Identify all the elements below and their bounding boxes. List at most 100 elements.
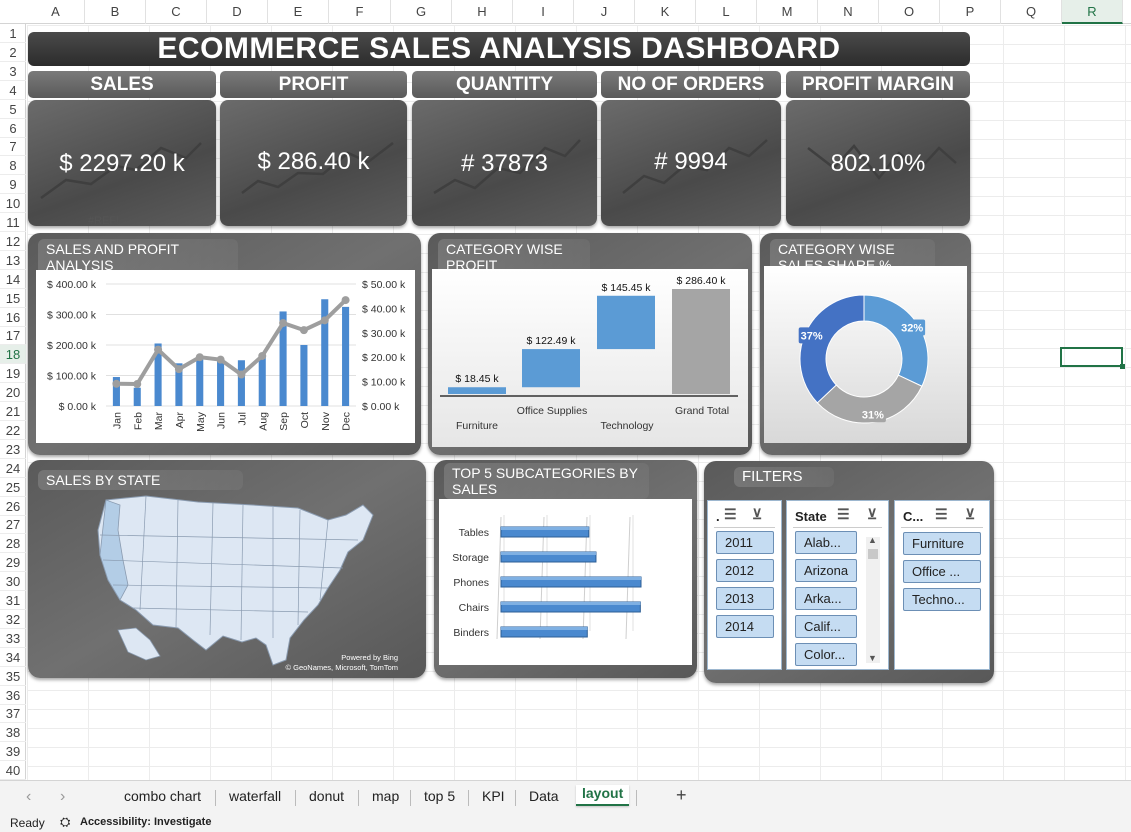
row-header-8[interactable]: 8	[0, 156, 26, 176]
row-header-2[interactable]: 2	[0, 43, 26, 62]
row-header-16[interactable]: 16	[0, 308, 26, 327]
column-header-l[interactable]: L	[696, 0, 757, 24]
tab-layout[interactable]: layout	[576, 785, 630, 806]
active-cell-selection[interactable]	[1060, 347, 1125, 369]
column-header-k[interactable]: K	[635, 0, 696, 24]
column-header-n[interactable]: N	[818, 0, 879, 24]
row-header-40[interactable]: 40	[0, 761, 26, 781]
add-sheet-icon[interactable]: +	[676, 785, 687, 806]
row-header-20[interactable]: 20	[0, 383, 26, 403]
row-header-22[interactable]: 22	[0, 421, 26, 440]
row-header-1[interactable]: 1	[0, 24, 26, 43]
clear-filter-icon[interactable]: ⊻	[752, 506, 762, 523]
scroll-thumb[interactable]	[868, 549, 878, 559]
slicer-item-state[interactable]: Arizona	[795, 559, 857, 582]
accessibility-icon[interactable]: ⛭	[60, 814, 70, 830]
row-header-4[interactable]: 4	[0, 81, 26, 100]
column-header-e[interactable]: E	[268, 0, 329, 24]
row-header-6[interactable]: 6	[0, 119, 26, 138]
row-header-36[interactable]: 36	[0, 686, 26, 705]
row-header-25[interactable]: 25	[0, 478, 26, 497]
slicer-item-2011[interactable]: 2011	[716, 531, 774, 554]
row-header-33[interactable]: 33	[0, 629, 26, 648]
tab-combo-chart[interactable]: combo chart	[124, 788, 201, 804]
row-header-30[interactable]: 30	[0, 572, 26, 592]
row-header-14[interactable]: 14	[0, 270, 26, 289]
sales-by-state-panel[interactable]: SALES BY STATE Powered by Bing © GeoName…	[28, 460, 426, 678]
scroll-down-icon[interactable]: ▼	[868, 653, 877, 663]
slicer-item-state[interactable]: Alab...	[795, 531, 857, 554]
slicer-scrollbar[interactable]: ▲ ▼	[866, 535, 880, 663]
row-header-13[interactable]: 13	[0, 251, 26, 270]
clear-filter-icon[interactable]: ⊻	[867, 506, 877, 523]
slicer-item-state[interactable]: Calif...	[795, 615, 857, 638]
kpi-card-orders[interactable]: # 9994	[601, 100, 781, 226]
column-header-h[interactable]: H	[452, 0, 513, 24]
tab-top-5[interactable]: top 5	[424, 788, 455, 804]
slicer-item-furniture[interactable]: Furniture	[903, 532, 981, 555]
kpi-card-sales[interactable]: $ 2297.20 k	[28, 100, 216, 226]
column-header-q[interactable]: Q	[1001, 0, 1062, 24]
column-header-p[interactable]: P	[940, 0, 1001, 24]
row-header-26[interactable]: 26	[0, 497, 26, 516]
kpi-card-margin[interactable]: 802.10%	[786, 100, 970, 226]
kpi-card-profit[interactable]: $ 286.40 k	[220, 100, 407, 226]
year-slicer[interactable]: . ☰ ⊻ 2011 2012 2013 2014	[707, 500, 782, 670]
row-header-15[interactable]: 15	[0, 289, 26, 308]
waterfall-chart-area[interactable]: $ 18.45 k $ 122.49 k $ 145.45 k $ 286.40 k F…	[432, 269, 748, 447]
state-slicer[interactable]: State ☰ ⊻ Alab... Arizona Arka... Calif.…	[786, 500, 889, 670]
row-header-5[interactable]: 5	[0, 100, 26, 119]
column-header-a[interactable]: A	[27, 0, 85, 24]
row-header-35[interactable]: 35	[0, 667, 26, 686]
slicer-item-2012[interactable]: 2012	[716, 559, 774, 582]
row-header-23[interactable]: 23	[0, 440, 26, 459]
slicer-item-office[interactable]: Office ...	[903, 560, 981, 583]
row-header-29[interactable]: 29	[0, 553, 26, 573]
row-header-38[interactable]: 38	[0, 723, 26, 743]
row-header-21[interactable]: 21	[0, 402, 26, 421]
scroll-up-icon[interactable]: ▲	[868, 535, 877, 545]
category-share-panel[interactable]: CATEGORY WISE SALES SHARE % 32% 31% 37%	[760, 233, 971, 455]
slicer-item-state[interactable]: Color...	[795, 643, 857, 666]
column-header-j[interactable]: J	[574, 0, 635, 24]
column-header-f[interactable]: F	[329, 0, 391, 24]
multi-select-icon[interactable]: ☰	[935, 506, 948, 523]
column-header-i[interactable]: I	[513, 0, 574, 24]
top5-panel[interactable]: TOP 5 SUBCATEGORIES BY SALES Tables Stora…	[434, 460, 697, 678]
row-header-24[interactable]: 24	[0, 459, 26, 478]
row-header-37[interactable]: 37	[0, 704, 26, 724]
row-header-7[interactable]: 7	[0, 137, 26, 157]
row-header-32[interactable]: 32	[0, 610, 26, 629]
column-header-m[interactable]: M	[757, 0, 818, 24]
slicer-item-2013[interactable]: 2013	[716, 587, 774, 610]
tab-map[interactable]: map	[372, 788, 399, 804]
scroll-tabs-right-icon[interactable]: ›	[60, 788, 65, 806]
tab-data[interactable]: Data	[529, 788, 559, 804]
accessibility-status[interactable]: Accessibility: Investigate	[80, 816, 211, 828]
tab-donut[interactable]: donut	[309, 788, 344, 804]
row-header-19[interactable]: 19	[0, 364, 26, 384]
row-header-31[interactable]: 31	[0, 591, 26, 610]
slicer-item-2014[interactable]: 2014	[716, 615, 774, 638]
row-header-39[interactable]: 39	[0, 742, 26, 762]
row-header-28[interactable]: 28	[0, 534, 26, 554]
column-header-r[interactable]: R	[1062, 0, 1123, 24]
row-header-18[interactable]: 18	[0, 345, 26, 365]
row-header-10[interactable]: 10	[0, 194, 26, 214]
row-header-17[interactable]: 17	[0, 326, 26, 346]
multi-select-icon[interactable]: ☰	[837, 506, 850, 523]
donut-chart-area[interactable]: 32% 31% 37%	[764, 266, 967, 443]
row-header-9[interactable]: 9	[0, 175, 26, 195]
kpi-card-quantity[interactable]: # 37873	[412, 100, 597, 226]
category-profit-panel[interactable]: CATEGORY WISE PROFIT $ 18.45 k $ 122.49 k…	[428, 233, 752, 455]
column-header-c[interactable]: C	[146, 0, 207, 24]
multi-select-icon[interactable]: ☰	[724, 506, 737, 523]
top5-chart-area[interactable]: Tables Storage Phones Chairs Binders	[439, 499, 692, 665]
category-slicer[interactable]: C... ☰ ⊻ Furniture Office ... Techno...	[894, 500, 990, 670]
row-header-34[interactable]: 34	[0, 648, 26, 667]
column-header-b[interactable]: B	[85, 0, 146, 24]
combo-chart-area[interactable]: $ 400.00 k $ 300.00 k $ 200.00 k $ 100.00 k…	[36, 270, 415, 443]
slicer-item-state[interactable]: Arka...	[795, 587, 857, 610]
column-header-d[interactable]: D	[207, 0, 268, 24]
sales-profit-panel[interactable]: SALES AND PROFIT ANALYSIS $ 400.00 k $ 30…	[28, 233, 421, 455]
